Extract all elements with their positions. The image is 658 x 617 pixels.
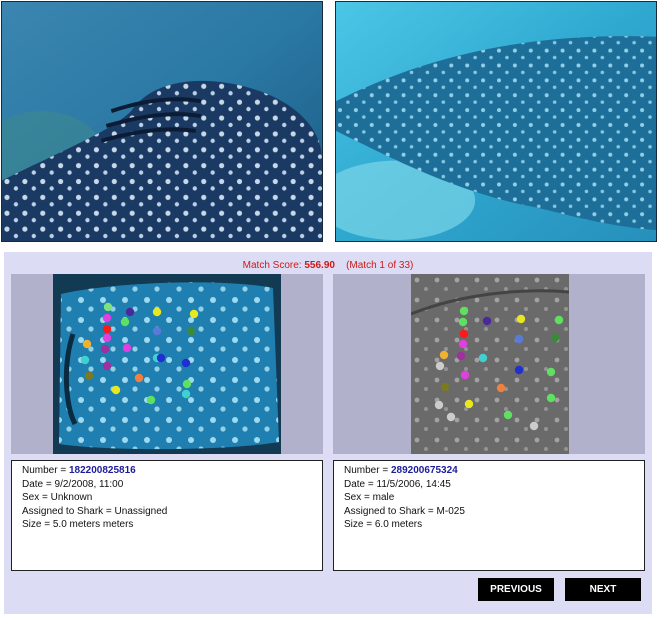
match-spot <box>120 317 130 327</box>
match-score-value: 556.90 <box>304 260 335 271</box>
match-spot <box>459 329 469 339</box>
match-spot <box>514 365 524 375</box>
match-spot <box>189 309 199 319</box>
next-button[interactable]: NEXT <box>565 578 641 601</box>
left-spot-pattern-pane <box>11 274 323 454</box>
match-spot <box>84 371 94 381</box>
match-spot <box>134 373 144 383</box>
left-date: Date = 9/2/2008, 11:00 <box>22 478 124 490</box>
match-spot <box>529 421 539 431</box>
match-spot <box>440 382 450 392</box>
match-spot <box>496 383 506 393</box>
left-size: Size = 5.0 meters meters <box>22 519 134 531</box>
right-number-row: Number = 289200675324 <box>344 464 634 478</box>
match-spot <box>152 326 162 336</box>
right-encounter-number-link[interactable]: 289200675324 <box>391 465 458 476</box>
right-encounter-details: Number = 289200675324 Date = 11/5/2006, … <box>333 460 645 571</box>
right-spot-pattern-pane <box>333 274 645 454</box>
match-spot <box>458 339 468 349</box>
right-assigned-shark: Assigned to Shark = M-025 <box>344 505 465 517</box>
match-spot <box>482 316 492 326</box>
match-spot <box>102 361 112 371</box>
whale-shark-photo-right <box>336 2 656 241</box>
whale-shark-photo-left <box>2 2 322 241</box>
match-spot <box>550 333 560 343</box>
match-spot <box>102 333 112 343</box>
match-spot <box>459 306 469 316</box>
match-spot <box>152 307 162 317</box>
left-assigned-shark: Assigned to Shark = Unassigned <box>22 505 168 517</box>
match-spot <box>102 324 112 334</box>
left-spot-pattern-image <box>53 274 281 454</box>
left-shark-photo <box>1 1 323 242</box>
match-spot <box>514 334 524 344</box>
match-spot <box>80 355 90 365</box>
match-spot <box>122 343 132 353</box>
match-spot <box>464 399 474 409</box>
number-label: Number = <box>344 465 389 476</box>
match-spot <box>182 379 192 389</box>
match-spot <box>102 313 112 323</box>
match-spot <box>103 302 113 312</box>
left-sex: Sex = Unknown <box>22 492 93 504</box>
number-label: Number = <box>22 465 67 476</box>
match-spot <box>434 400 444 410</box>
match-spot <box>439 350 449 360</box>
match-score-label: Match Score: <box>242 260 302 271</box>
match-spot <box>82 339 92 349</box>
right-size: Size = 6.0 meters <box>344 519 423 531</box>
match-spot <box>100 344 110 354</box>
comparison-panel: Match Score: 556.90 (Match 1 of 33) Numb… <box>4 252 652 614</box>
match-spot <box>156 353 166 363</box>
match-position: (Match 1 of 33) <box>346 260 414 271</box>
left-encounter-details: Number = 182200825816 Date = 9/2/2008, 1… <box>11 460 323 571</box>
match-spot <box>186 326 196 336</box>
right-date: Date = 11/5/2006, 14:45 <box>344 478 451 490</box>
left-encounter-number-link[interactable]: 182200825816 <box>69 465 136 476</box>
previous-button[interactable]: PREVIOUS <box>478 578 554 601</box>
right-sex: Sex = male <box>344 492 395 504</box>
match-score-line: Match Score: 556.90 (Match 1 of 33) <box>4 260 652 271</box>
match-spot <box>554 315 564 325</box>
match-spot <box>546 367 556 377</box>
match-spot <box>478 353 488 363</box>
right-shark-photo <box>335 1 657 242</box>
match-spot <box>516 314 526 324</box>
match-spot <box>546 393 556 403</box>
match-spot <box>435 361 445 371</box>
match-spot <box>446 412 456 422</box>
match-spot <box>111 385 121 395</box>
match-spot <box>181 389 191 399</box>
match-spot <box>456 351 466 361</box>
match-spot <box>146 395 156 405</box>
match-spot <box>181 358 191 368</box>
right-spot-pattern-image <box>411 274 569 454</box>
match-spot <box>125 307 135 317</box>
match-spot <box>460 370 470 380</box>
match-spot <box>458 317 468 327</box>
match-spot <box>503 410 513 420</box>
left-number-row: Number = 182200825816 <box>22 464 312 478</box>
